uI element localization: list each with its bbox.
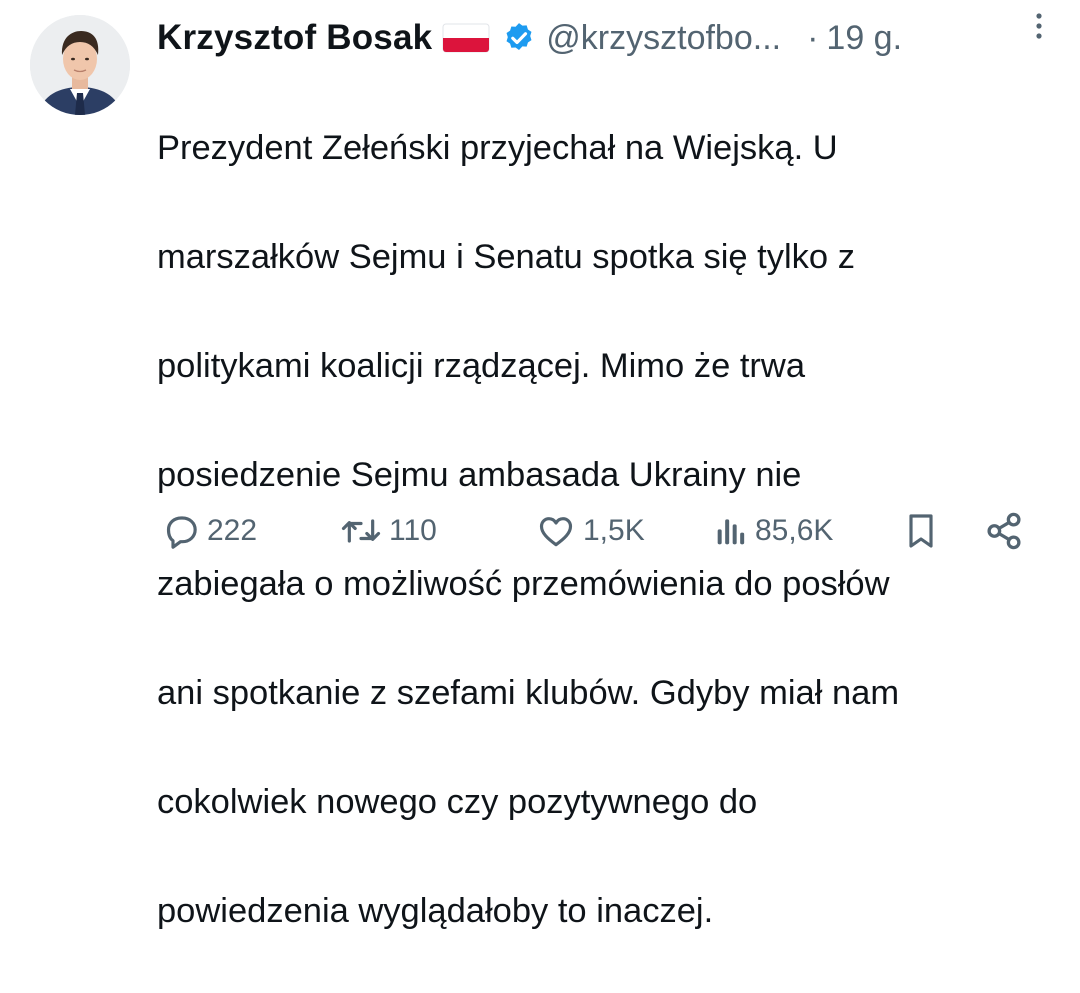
- like-count: 1,5K: [583, 514, 645, 547]
- views-button[interactable]: 85,6K: [713, 505, 833, 557]
- poland-flag-icon: [442, 21, 490, 55]
- tweet-text-line: politykami koalicji rządzącej. Mimo że t…: [157, 346, 806, 385]
- author-handle[interactable]: @krzysztofbo...: [546, 19, 781, 58]
- separator-dot: ·: [807, 18, 819, 57]
- author-name[interactable]: Krzysztof Bosak: [157, 18, 432, 58]
- share-icon: [983, 510, 1025, 552]
- tweet-header: Krzysztof Bosak @krzysztofbo... · 19 g.: [157, 14, 1060, 62]
- avatar[interactable]: [30, 15, 130, 115]
- tweet-text-line: Prezydent Zełeński przyjechał na Wiejską…: [157, 128, 838, 167]
- tweet-text-line: zabiegała o możliwość przemówienia do po…: [157, 564, 890, 603]
- tweet-text-line: powiedzenia wyglądałoby to inaczej.: [157, 891, 714, 930]
- repost-count: 110: [389, 514, 437, 547]
- heart-icon: [535, 511, 577, 551]
- share-button[interactable]: [983, 505, 1025, 557]
- views-icon: [713, 511, 749, 551]
- views-count: 85,6K: [755, 514, 834, 547]
- reply-icon: [161, 511, 201, 551]
- tweet-text-line: marszałków Sejmu i Senatu spotka się tyl…: [157, 237, 855, 276]
- tweet: Krzysztof Bosak @krzysztofbo... · 19 g. …: [0, 0, 1080, 930]
- tweet-text-line: posiedzenie Sejmu ambasada Ukrainy nie: [157, 455, 802, 494]
- repost-button[interactable]: 110: [339, 505, 437, 557]
- timestamp[interactable]: 19 g.: [826, 19, 902, 58]
- action-bar: 222 110 1,5K 85,6K: [157, 505, 1037, 557]
- bookmark-icon: [901, 509, 941, 553]
- reply-button[interactable]: 222: [161, 505, 257, 557]
- tweet-text-line: ani spotkanie z szefami klubów. Gdyby mi…: [157, 673, 900, 712]
- verified-badge-icon[interactable]: [502, 21, 536, 55]
- bookmark-button[interactable]: [901, 505, 941, 557]
- reply-count: 222: [207, 514, 258, 547]
- more-vertical-icon[interactable]: [1024, 6, 1054, 46]
- repost-icon: [339, 511, 383, 551]
- like-button[interactable]: 1,5K: [535, 505, 645, 557]
- tweet-text-line: cokolwiek nowego czy pozytywnego do: [157, 782, 758, 821]
